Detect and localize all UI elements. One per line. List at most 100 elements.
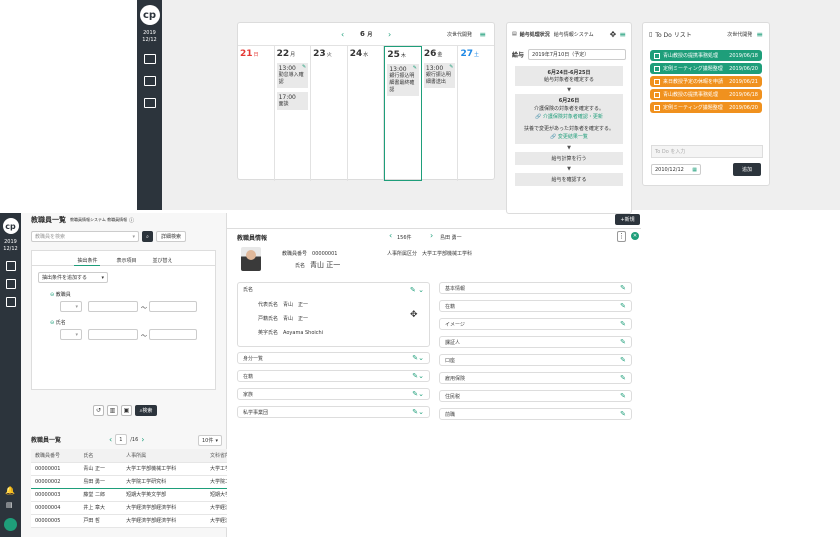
condition-select[interactable]: ▾ [60,301,82,312]
prev-page-button[interactable]: ‹ [109,435,112,444]
calendar-event[interactable]: 13:00 銀行振込明細書送出 ✎ [423,63,456,88]
page-title: 教職員一覧 [31,216,66,224]
info-icon[interactable]: ⓘ [129,217,134,224]
per-page-select[interactable]: 10件 ▾ [198,435,222,446]
section-mutual-aid[interactable]: 私学事業団 ✎⌄ [237,406,430,418]
table-row[interactable]: 00000004井上 章大大学経済学部経済学科大学経済学部 [31,501,227,515]
next-record-button[interactable]: › [430,231,433,240]
tab-filter[interactable]: 抽出条件 [74,257,101,266]
section-employment-insurance[interactable]: 雇用保険 ✎ [439,372,632,384]
menu-icon[interactable]: ≡ [756,30,763,39]
edit-icon[interactable]: ✎ [413,65,417,72]
column-header[interactable]: 教職員番号 [31,449,80,463]
more-icon[interactable]: ⋮ [617,231,626,242]
range-from-input[interactable] [88,301,138,312]
column-header[interactable]: 人事所属 [122,449,207,463]
bell-icon[interactable]: 🔔 [5,486,15,495]
link-icon[interactable]: 🔗 介護保険対象者確認・更新 [518,113,620,121]
section-previous-job[interactable]: 前職 ✎ [439,408,632,420]
day-thu-today[interactable]: 25木 13:00 銀行振込明細書最終確認 ✎ [384,46,422,181]
calendar-icon[interactable]: ▦ [692,167,697,173]
prev-record-button[interactable]: ‹ [389,231,392,240]
range-from-input[interactable] [88,329,138,340]
section-enrollment[interactable]: 在籍 ✎ [439,300,632,312]
todo-item[interactable]: 来日教授予定の休暇を申請 2019/06/21 [650,76,762,87]
condition-select[interactable]: ▾ [60,329,82,340]
app-logo[interactable]: cp [0,213,21,239]
payroll-step[interactable]: 給与計算を行う [515,152,623,165]
column-header[interactable]: 文科省所属 [206,449,227,463]
field-staff-label: ⊖ 教職員 [50,292,71,298]
next-page-button[interactable]: › [141,435,144,444]
edit-icon[interactable]: ✎ ⌄ [410,286,424,294]
todo-input[interactable]: To Do を入力 [651,145,763,158]
todo-item[interactable]: 定例ミーティング議題整理 2019/06/20 [650,102,762,113]
list-icon[interactable] [137,76,162,86]
filter-search-button[interactable]: ⌕ 検索 [135,405,157,416]
add-condition-select[interactable]: 抽出条件を追加する ▾ [38,272,108,283]
calendar-event[interactable]: 13:00 勤怠導入確認 ✎ [276,63,309,88]
menu-icon[interactable]: ≡ [479,30,486,39]
section-status-list[interactable]: 身分一覧 ✎⌄ [237,352,430,364]
payroll-date-select[interactable]: 2019年7月10日（予定） [528,49,626,60]
document-icon[interactable]: ▤ [6,501,13,509]
new-button[interactable]: + 新規 [615,214,640,225]
day-wed[interactable]: 24水 [348,46,385,181]
move-icon[interactable]: ✥ [410,310,418,320]
todo-item[interactable]: 定例ミーティング議題整理 2019/06/20 [650,63,762,74]
app-logo[interactable]: cp [137,0,162,30]
edit-icon[interactable]: ✎ [449,64,453,71]
payroll-status-widget: ▤ 給与処理状況 給与情報システム ✥ ≡ 給与 2019年7月10日（予定） … [506,22,632,214]
calendar-event[interactable]: 13:00 銀行振込明細書最終確認 ✎ [387,64,419,96]
change-result-link[interactable]: 🔗 変更結果一覧 [518,133,620,141]
section-guarantor[interactable]: 課証人 ✎ [439,336,632,348]
section-basic-info[interactable]: 基本情報 ✎ [439,282,632,294]
org-icon[interactable] [137,54,162,64]
table-row[interactable]: 00000002島田 勇一大学院工学研究科大学院工学研 [31,474,227,489]
book-icon[interactable] [0,297,21,307]
save-icon[interactable]: ▣ [121,405,132,416]
table-row[interactable]: 00000003藤堂 二郎短期大学英文学部短期大学英文 [31,488,227,502]
section-resident-tax[interactable]: 住民税 ✎ [439,390,632,402]
tab-sort[interactable]: 並び替え [153,257,173,265]
section-enrollment[interactable]: 在籍 ✎⌄ [237,370,430,382]
book-icon[interactable] [137,98,162,108]
section-family[interactable]: 家族 ✎⌄ [237,388,430,400]
table-row[interactable]: 00000005戸田 哲大学経済学部経済学科大学経済学部 [31,514,227,528]
close-icon[interactable]: ✕ [631,232,639,240]
day-tue[interactable]: 23火 [311,46,348,181]
todo-date-input[interactable]: 2010/12/12 ▦ [651,164,701,175]
column-header[interactable]: 氏名 [79,449,123,463]
range-to-input[interactable] [149,301,197,312]
list-icon[interactable] [0,279,21,289]
section-account[interactable]: 口座 ✎ [439,354,632,366]
move-icon[interactable]: ✥ [610,30,617,39]
range-to-input[interactable] [149,329,197,340]
table-row[interactable]: 00000001青山 正一大学工学部機械工学科大学工学部機 [31,462,227,476]
prev-week-button[interactable]: ‹ [341,30,344,39]
delete-icon[interactable]: ▥ [107,405,118,416]
search-button[interactable]: ⌕ [142,231,153,242]
org-icon[interactable] [0,261,21,271]
day-mon[interactable]: 22月 13:00 勤怠導入確認 ✎ 17:00 面談 [275,46,312,181]
add-todo-button[interactable]: 追加 [733,163,761,176]
reset-icon[interactable]: ↺ [93,405,104,416]
payroll-step[interactable]: 給与を確認する [515,173,623,186]
detail-search-button[interactable]: 詳細検索 [156,231,186,242]
staff-search-input[interactable]: 教職員を検索 ▾ [31,231,139,242]
user-avatar[interactable] [4,518,17,531]
calendar-event[interactable]: 17:00 面談 [276,92,309,110]
menu-icon[interactable]: ≡ [619,30,626,39]
tab-display[interactable]: 表示項目 [116,257,136,265]
tilde: ～ [141,305,148,312]
name-section: 氏名 ✎ ⌄ 代表氏名 青山 正一 戸籍氏名 青山 正一 英字氏名 Aoyama … [237,282,430,347]
page-input[interactable]: 1 [115,434,128,445]
day-fri[interactable]: 26金 13:00 銀行振込明細書送出 ✎ [422,46,459,181]
todo-item[interactable]: 青山教授の提携事務処理 2019/06/18 [650,89,762,100]
day-sat[interactable]: 27土 [458,46,494,181]
section-image[interactable]: イメージ ✎ [439,318,632,330]
next-week-button[interactable]: › [388,30,391,39]
day-sun[interactable]: 21日 [238,46,275,181]
edit-icon[interactable]: ✎ [302,64,306,71]
todo-item[interactable]: 青山教授の提携事務処理 2019/06/18 [650,50,762,61]
